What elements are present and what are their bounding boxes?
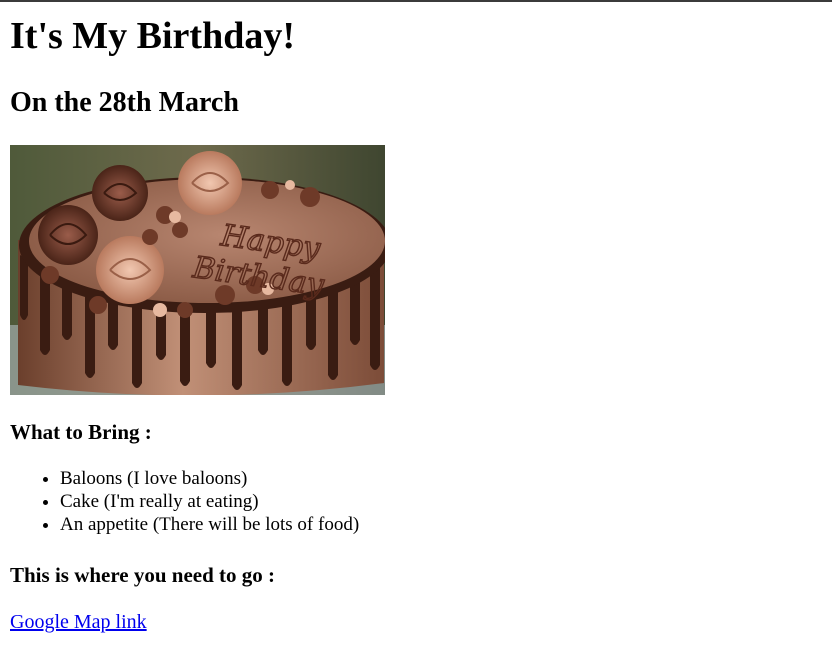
- page-title: It's My Birthday!: [10, 15, 295, 57]
- google-map-link[interactable]: Google Map link: [10, 610, 147, 634]
- list-item: Baloons (I love baloons): [60, 467, 359, 490]
- cake-image: Happy Birthday: [10, 145, 385, 395]
- list-item: An appetite (There will be lots of food): [60, 513, 359, 536]
- date-heading: On the 28th March: [10, 87, 239, 118]
- list-item: Cake (I'm really at eating): [60, 490, 359, 513]
- bring-list: Baloons (I love baloons) Cake (I'm reall…: [10, 467, 359, 536]
- top-border: [0, 0, 832, 2]
- bring-heading: What to Bring :: [10, 420, 152, 444]
- location-heading: This is where you need to go :: [10, 563, 276, 587]
